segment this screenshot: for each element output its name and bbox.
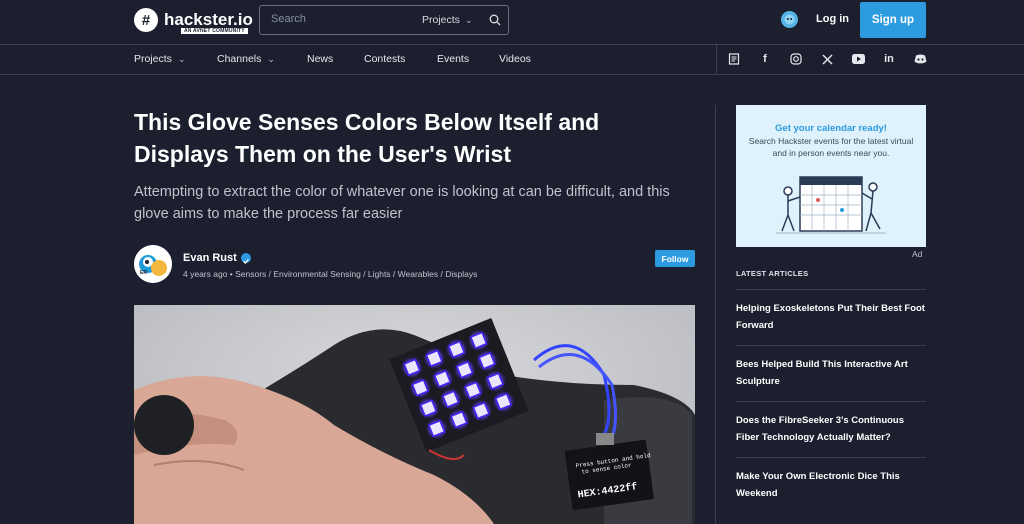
hero-image: Press button and hold to sense color HEX… <box>134 305 695 524</box>
x-icon[interactable] <box>820 52 834 66</box>
svg-text:ER: ER <box>140 270 147 276</box>
login-link[interactable]: Log in <box>816 13 849 25</box>
search-scope-label: Projects <box>422 14 460 26</box>
search-icon[interactable] <box>489 14 501 26</box>
nav-events[interactable]: Events <box>437 53 469 65</box>
article-subtitle: Attempting to extract the color of whate… <box>134 184 670 222</box>
top-bar: # hackster.io AN AVNET COMMUNITY Project… <box>0 0 1024 45</box>
author-avatar[interactable]: ER <box>134 245 172 283</box>
hackster-logo-icon: # <box>134 8 158 32</box>
events-ad[interactable]: Get your calendar ready! Search Hackster… <box>736 105 926 247</box>
chevron-down-icon: ⌄ <box>267 54 275 64</box>
newsletter-icon[interactable] <box>727 52 741 66</box>
nav-label: Channels <box>217 53 262 65</box>
youtube-icon[interactable] <box>851 52 865 66</box>
chevron-down-icon: ⌄ <box>464 15 473 25</box>
linkedin-icon[interactable]: in <box>882 52 896 66</box>
logo-subtitle: AN AVNET COMMUNITY <box>181 28 248 34</box>
content-divider <box>715 105 716 524</box>
author-name[interactable]: Evan Rust <box>183 252 237 264</box>
main-nav: Projects ⌄ Channels ⌄ News Contests Events… <box>0 45 1024 75</box>
instagram-icon[interactable] <box>789 52 803 66</box>
article-title: This Glove Senses Colors Below Itself an… <box>134 109 600 167</box>
latest-articles-heading: LATEST ARTICLES <box>736 269 809 278</box>
community-icon[interactable] <box>781 11 798 28</box>
divider <box>736 457 926 458</box>
divider <box>736 401 926 402</box>
facebook-icon[interactable]: f <box>758 52 772 66</box>
latest-article-link[interactable]: Make Your Own Electronic Dice This Weeke… <box>736 468 926 502</box>
search-box: Projects ⌄ <box>259 5 509 35</box>
hackster-logo[interactable]: # hackster.io AN AVNET COMMUNITY <box>134 8 253 34</box>
nav-videos[interactable]: Videos <box>499 53 531 65</box>
follow-button[interactable]: Follow <box>655 250 695 267</box>
nav-contests[interactable]: Contests <box>364 53 405 65</box>
signup-button[interactable]: Sign up <box>860 2 926 38</box>
chevron-down-icon: ⌄ <box>177 54 186 64</box>
latest-article-link[interactable]: Bees Helped Build This Interactive Art S… <box>736 356 926 390</box>
nav-divider <box>716 45 717 74</box>
verified-badge-icon <box>241 253 251 264</box>
latest-article-link[interactable]: Helping Exoskeletons Put Their Best Foot… <box>736 300 926 334</box>
ad-body: Search Hackster events for the latest vi… <box>748 136 914 158</box>
nav-label: Projects <box>134 53 172 65</box>
article-meta: 4 years ago • Sensors / Environmental Se… <box>183 269 478 279</box>
divider <box>736 289 926 290</box>
calendar-illustration <box>776 176 886 234</box>
ad-title: Get your calendar ready! <box>775 123 887 134</box>
ad-label: Ad <box>912 249 923 259</box>
nav-projects[interactable]: Projects ⌄ <box>134 53 185 65</box>
nav-news[interactable]: News <box>307 53 333 65</box>
divider <box>736 345 926 346</box>
search-scope-dropdown[interactable]: Projects ⌄ <box>422 14 472 26</box>
discord-icon[interactable] <box>913 52 927 66</box>
search-input[interactable] <box>269 12 413 26</box>
latest-article-link[interactable]: Does the FibreSeeker 3's Continuous Fibe… <box>736 412 926 446</box>
nav-channels[interactable]: Channels ⌄ <box>217 53 275 65</box>
logo-text: hackster.io <box>164 10 253 29</box>
